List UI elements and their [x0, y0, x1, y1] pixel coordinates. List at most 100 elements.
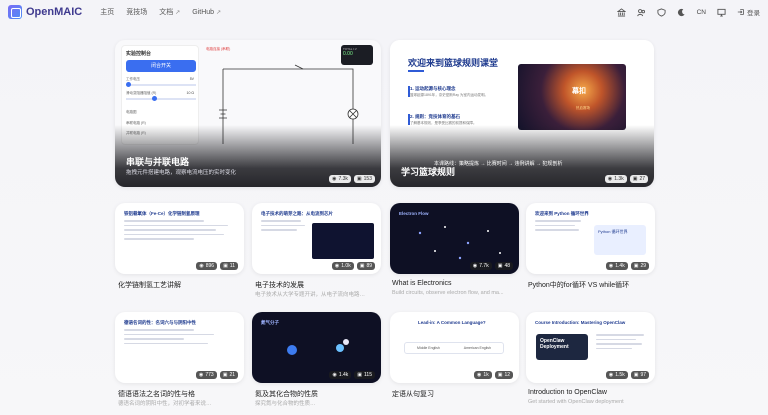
- monitor-icon[interactable]: [717, 8, 726, 17]
- resistance-slider-knob: [152, 96, 157, 101]
- card-title[interactable]: Introduction to OpenClaw: [528, 389, 607, 396]
- card-title[interactable]: 电子技术的发展: [255, 280, 304, 290]
- eye-icon: ◉: [608, 372, 614, 378]
- card-stats: ◉ 773 ▣ 21: [195, 371, 238, 379]
- resistance-value: 10 Ω: [186, 91, 194, 95]
- card-subtitle: Get started with OpenClaw deployment: [528, 399, 624, 405]
- bookmark-icon: ▣: [359, 263, 365, 269]
- eye-icon: ◉: [332, 176, 337, 182]
- header-actions: CN 登录: [616, 7, 760, 17]
- card-title[interactable]: What is Electronics: [392, 280, 452, 287]
- slide-item-title: 2. 规则：竞技体育的基石: [410, 114, 461, 119]
- nav-github[interactable]: GitHub ↗: [192, 7, 221, 17]
- card-stats: ◉ 1.5k ▣ 97: [605, 371, 649, 379]
- bookmark-icon: ▣: [222, 372, 228, 378]
- saves-badge: ▣ 48: [494, 262, 513, 270]
- compare-left: Middle English: [417, 346, 440, 350]
- saves-count: 11: [229, 263, 235, 269]
- views-badge: ◉ 7.7k: [469, 262, 492, 270]
- logo[interactable]: OpenMAIC: [8, 5, 82, 19]
- saves-badge: ▣ 12: [494, 371, 513, 379]
- bookmark-icon: ▣: [223, 263, 228, 269]
- photo-text: 幕扣: [572, 88, 586, 95]
- views-badge: ◉ 1k: [474, 371, 492, 379]
- saves-count: 115: [364, 372, 372, 378]
- options-title: 电路图: [126, 110, 137, 114]
- featured-card-circuits[interactable]: 实验控制台 闭合开关 工作电压 5V 滑动变阻器阻值 (R) 10 Ω 电路图 …: [115, 40, 381, 187]
- main-nav: 主页 竞技场 文档 ↗ GitHub ↗: [100, 7, 221, 17]
- card-stats: ◉ 1.3k ▣ 27: [604, 175, 648, 183]
- course-card[interactable]: 氮气分子 ◉ 1.4k ▣ 115: [252, 312, 381, 383]
- bookmark-icon: ▣: [633, 263, 639, 269]
- card-stats: ◉ 1.0k ▣ 89: [331, 262, 375, 270]
- card-subtitle: Build circuits, observe electron flow, a…: [392, 290, 504, 296]
- login-label: 登录: [747, 10, 760, 17]
- course-card[interactable]: 铁铝载氧体（Fe-Ce）化学链制氢原理 ◉ 896 ▣ 11: [115, 203, 244, 274]
- bank-icon[interactable]: [616, 7, 626, 17]
- saves-badge: ▣ 21: [219, 371, 238, 379]
- saves-count: 48: [504, 263, 510, 269]
- voltage-slider-knob: [126, 82, 131, 87]
- course-card[interactable]: 德语名词的性：名词六与与阴阳中性 ◉ 773 ▣ 21: [115, 312, 244, 383]
- course-card[interactable]: 欢迎来到 Python 循环世界 Python 循环世界 ◉ 1.4k ▣ 29: [526, 203, 655, 274]
- eye-icon: ◉: [477, 372, 482, 378]
- thumb-content: [261, 220, 305, 234]
- views-badge: ◉ 1.4k: [605, 262, 628, 270]
- card-title[interactable]: 氮及其化合物的性质: [255, 389, 318, 399]
- card-title[interactable]: 定语从句复习: [392, 389, 434, 399]
- card-title[interactable]: Python中的for循环 VS while循环: [528, 280, 629, 290]
- saves-badge: ▣ 29: [630, 262, 649, 270]
- saves-count: 12: [504, 372, 510, 378]
- card-subtitle: 探究氮与化合物的性质…: [255, 401, 316, 407]
- thumb-heading: 铁铝载氧体（Fe-Ce）化学链制氢原理: [124, 211, 200, 216]
- bookmark-icon: ▣: [497, 263, 503, 269]
- card-subtitle: 德语名词的阴阳中性，对初学者来说…: [118, 401, 212, 407]
- compare-right: American English: [463, 346, 491, 350]
- course-card[interactable]: Course Introduction: Mastering OpenClaw …: [526, 312, 655, 383]
- card-title: 学习篮球规则: [401, 167, 456, 177]
- course-card[interactable]: Lead-in: A Common Language? Middle Engli…: [390, 312, 519, 383]
- logo-icon: [8, 5, 22, 19]
- thumb-diagram: [312, 223, 374, 259]
- eye-icon: ◉: [472, 263, 478, 269]
- eye-icon: ◉: [198, 372, 204, 378]
- close-switch-button: 闭合开关: [126, 60, 196, 72]
- views-badge: ◉ 1.5k: [605, 371, 628, 379]
- thumb-content: [124, 329, 214, 347]
- heading-underline: [408, 70, 424, 72]
- thumb-heading: Course Introduction: Mastering OpenClaw: [535, 320, 626, 325]
- nav-docs[interactable]: 文档 ↗: [159, 7, 180, 17]
- logo-text: OpenMAIC: [26, 6, 83, 18]
- thumb-heading: 德语名词的性：名词六与与阴阳中性: [124, 320, 196, 325]
- featured-card-basketball[interactable]: 欢迎来到篮球规则课堂 1. 运动起源与核心理念 篮球起源1891年，奈史密斯Ra…: [390, 40, 654, 187]
- card-title[interactable]: 德语语法之名词的性与格: [118, 389, 195, 399]
- language-toggle[interactable]: CN: [697, 9, 706, 16]
- login-button[interactable]: 登录: [737, 7, 760, 17]
- course-card[interactable]: 电子技术的萌芽之路：从电流到芯片 ◉ 1.0k ▣ 89: [252, 203, 381, 274]
- nav-docs-label: 文档: [159, 9, 174, 16]
- saves-count: 27: [639, 176, 645, 182]
- bookmark-icon: ▣: [632, 176, 638, 182]
- bookmark-icon: ▣: [357, 372, 363, 378]
- card-title[interactable]: 化学链制氢工艺讲解: [118, 280, 181, 290]
- views-badge: ◉ 1.3k: [604, 175, 627, 183]
- views-count: 1k: [483, 372, 489, 378]
- users-icon[interactable]: [636, 8, 646, 17]
- card-stats: ◉ 896 ▣ 11: [196, 262, 238, 270]
- nav-home[interactable]: 主页: [100, 7, 114, 17]
- eye-icon: ◉: [334, 263, 340, 269]
- course-card[interactable]: Electron Flow ◉ 7.7k ▣ 48: [390, 203, 519, 274]
- eye-icon: ◉: [607, 176, 613, 182]
- login-icon: [737, 9, 744, 15]
- moon-icon[interactable]: [677, 8, 686, 17]
- views-count: 773: [205, 372, 214, 378]
- shield-icon[interactable]: [657, 7, 666, 17]
- thumb-content: [535, 220, 581, 234]
- views-badge: ◉ 1.0k: [331, 262, 354, 270]
- nav-arena[interactable]: 竞技场: [126, 7, 147, 17]
- saves-count: 21: [229, 372, 235, 378]
- openclaw-box: OpenClaw Deployment: [536, 334, 588, 360]
- views-count: 1.0k: [341, 263, 351, 269]
- python-banner: Python 循环世界: [594, 225, 646, 255]
- card-title: 串联与并联电路: [126, 157, 190, 167]
